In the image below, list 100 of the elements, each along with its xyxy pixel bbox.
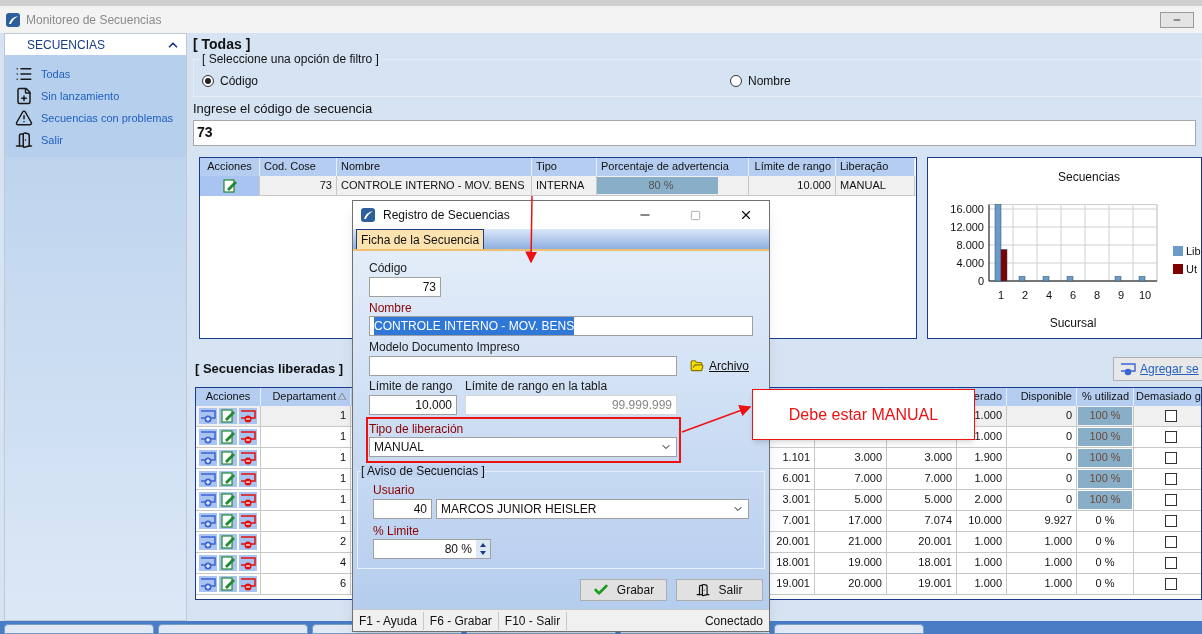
column-header[interactable]: Disponible [1020,388,1072,405]
usage-cell: 100 % [1078,490,1132,509]
edit-note-icon[interactable] [219,533,237,550]
add-screen-icon[interactable] [199,491,217,508]
remove-screen-icon[interactable] [239,491,257,508]
y-tick-label: 12.000 [950,220,984,233]
table-cell: 1 [261,426,351,448]
column-header[interactable]: Límite de rango [749,157,836,176]
remove-screen-icon[interactable] [239,512,257,529]
checkbox[interactable] [1165,535,1177,548]
edit-note-icon[interactable] [219,470,237,487]
column-header[interactable]: Tipo [532,157,597,176]
remove-screen-icon[interactable] [239,575,257,592]
add-screen-icon[interactable] [199,449,217,466]
percent-spinner[interactable]: 80 % [373,539,491,559]
sidebar-header[interactable]: SECUENCIAS [5,34,186,55]
sidebar-link[interactable]: Secuencias con problemas [41,109,174,127]
remove-screen-icon[interactable] [239,428,257,445]
add-button[interactable]: Agregar se [1113,356,1202,381]
edit-note-icon[interactable] [219,512,237,529]
add-screen-icon[interactable] [199,533,217,550]
remove-screen-icon[interactable] [239,554,257,571]
remove-screen-icon[interactable] [239,407,257,424]
table-cell-text: 18.001 [776,555,810,571]
column-header[interactable]: Demasiado g [1136,388,1201,405]
name-field[interactable]: CONTROLE INTERNO - MOV. BENS [369,316,753,336]
add-screen-icon[interactable] [199,554,217,571]
checkbox[interactable] [1165,493,1177,506]
table-cell-text: 1.000 [1044,555,1072,571]
sidebar-link[interactable]: Todas [41,65,71,83]
add-screen-icon[interactable] [199,575,217,592]
y-tick: 16.000 [950,202,1158,215]
y-tick-label: 8.000 [956,238,984,251]
save-button[interactable]: Grabar [580,579,667,601]
edit-note-icon[interactable] [219,428,237,445]
template-field[interactable] [369,356,677,376]
file-button[interactable]: Archivo [689,357,749,375]
sidebar-link[interactable]: Salir [41,131,63,149]
remove-screen-icon[interactable] [239,470,257,487]
chart-title: Secuencias [1058,169,1120,184]
remove-screen-icon[interactable] [239,533,257,550]
add-screen-icon[interactable] [199,428,217,445]
edit-note-icon[interactable] [220,177,239,194]
remove-screen-icon[interactable] [239,449,257,466]
table-cell-text: 19.001 [776,576,810,592]
table-cell-text: 19.000 [848,555,882,571]
table-cell-text: 0 [1065,408,1072,424]
edit-note-icon[interactable] [219,407,237,424]
status-item: F10 - Salir [498,611,568,630]
table-cell-text: 1.000 [974,576,1002,592]
field-label: % Limite [373,525,420,537]
edit-note-icon[interactable] [219,575,237,592]
user-id-field[interactable]: 40 [373,499,433,519]
status-item: F1 - Ayuda [353,611,424,630]
spinner-arrows-icon[interactable] [476,540,490,558]
column-header[interactable]: % utilizad [1081,388,1129,405]
edit-note-icon[interactable] [219,449,237,466]
checkbox[interactable] [1165,451,1177,464]
table-cell: 6 [261,573,351,595]
code-search-field[interactable]: 73 [193,119,1196,146]
table-cell-text: 1.000 [974,408,1002,424]
checkbox[interactable] [1165,577,1177,590]
table-cell: 4 [261,552,351,574]
table-cell: CONTROLE INTERNO - MOV. BENS [337,175,532,196]
restore-button[interactable] [1160,11,1194,28]
table-cell-text: 1.101 [782,450,810,466]
radio-button[interactable] [202,75,214,87]
add-screen-icon[interactable] [199,407,217,424]
table-cell-text: 1.000 [974,555,1002,571]
column-header[interactable]: Cod. Cose [260,157,337,176]
user-select[interactable]: MARCOS JUNIOR HEISLER [436,499,749,519]
table-cell-text: 21.000 [848,534,882,550]
add-screen-icon[interactable] [199,470,217,487]
edit-note-icon[interactable] [219,554,237,571]
table-cell-text: 20.000 [848,576,882,592]
sidebar-link[interactable]: Sin lanzamiento [41,87,120,105]
checkbox[interactable] [1165,430,1177,443]
radio-button[interactable] [730,75,742,87]
checkbox[interactable] [1165,472,1177,485]
column-header[interactable]: Porcentaje de advertencia [597,157,749,176]
column-header[interactable]: Acciones [205,388,251,405]
column-header[interactable]: Departament [272,388,336,405]
list-icon [15,65,33,83]
column-header[interactable]: erado [973,388,1002,405]
door-icon [696,583,711,597]
table-cell: 1 [261,489,351,511]
column-header[interactable]: Acciones [200,157,260,176]
checkbox[interactable] [1165,556,1177,569]
dialog-tab[interactable]: Ficha de la Secuencia [356,229,485,249]
table-cell-text: 0 [1065,492,1072,508]
close-icon[interactable] [739,208,753,222]
column-header[interactable]: Liberação [836,157,915,176]
edit-note-icon[interactable] [219,491,237,508]
checkbox[interactable] [1165,409,1177,422]
checkbox[interactable] [1165,514,1177,527]
release-type-select[interactable]: MANUAL [369,437,677,457]
exit-button[interactable]: Salir [676,579,763,601]
range-limit-field[interactable]: 10.000 [369,395,457,415]
add-screen-icon[interactable] [199,512,217,529]
column-header[interactable]: Nombre [337,157,532,176]
